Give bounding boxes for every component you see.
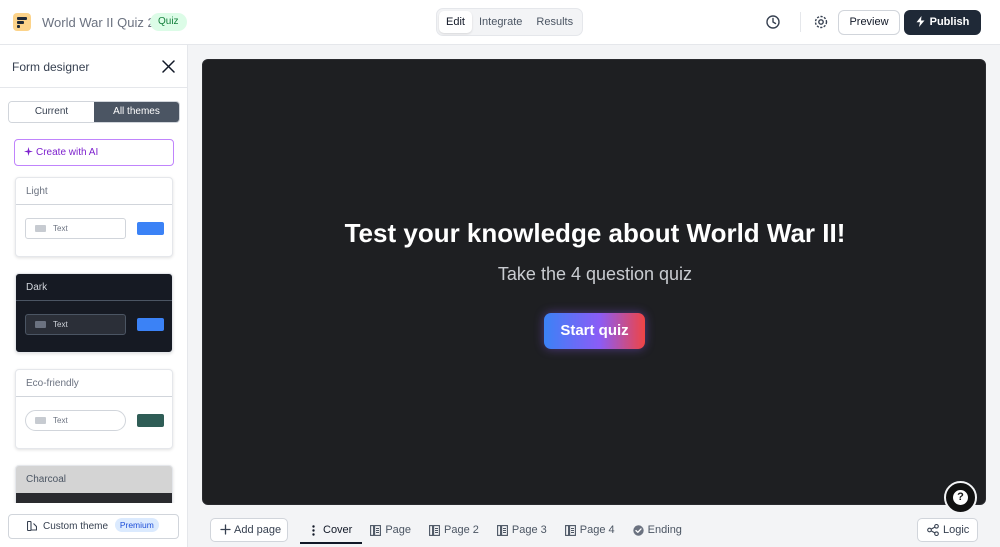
theme-name: Charcoal	[26, 474, 67, 485]
help-icon: ?	[953, 490, 968, 505]
theme-divider	[16, 300, 172, 301]
logic-button[interactable]: Logic	[917, 518, 978, 542]
page-tab-page-1[interactable]: Page	[362, 518, 421, 544]
more-vertical-icon[interactable]	[308, 525, 319, 536]
cover-subtitle[interactable]: Take the 4 question quiz	[203, 264, 987, 285]
panel-title: Form designer	[12, 60, 90, 74]
cover-title[interactable]: Test your knowledge about World War II!	[203, 218, 987, 249]
page-tab-ending[interactable]: Ending	[625, 518, 692, 544]
page-tab-page-4[interactable]: Page 4	[557, 518, 625, 544]
publish-button[interactable]: Publish	[904, 10, 981, 35]
page-tabs: Cover Page Page 2 Page 3 Page 4 Ending	[300, 518, 692, 544]
mail-icon	[35, 417, 46, 424]
theme-name: Light	[26, 186, 48, 197]
theme-name: Dark	[26, 282, 48, 293]
history-icon[interactable]	[765, 14, 781, 30]
theme-card-eco-friendly[interactable]: Eco-friendly Text	[15, 369, 173, 449]
custom-theme-button[interactable]: Custom theme Premium	[8, 514, 179, 539]
theme-card-light[interactable]: Light Text	[15, 177, 173, 257]
page-tab-label: Ending	[647, 524, 682, 536]
top-bar: World War II Quiz 2 Quiz Edit Integrate …	[0, 0, 1000, 45]
tab-edit[interactable]: Edit	[439, 11, 472, 33]
theme-divider	[16, 396, 172, 397]
page-tab-cover[interactable]: Cover	[300, 518, 363, 544]
panel-footer: Custom theme Premium	[0, 503, 187, 547]
theme-input-text: Text	[53, 320, 68, 329]
theme-tabs: Current All themes	[8, 101, 180, 123]
create-with-ai-button[interactable]: Create with AI	[14, 139, 174, 166]
form-type-badge: Quiz	[150, 13, 187, 31]
tab-current[interactable]: Current	[9, 102, 94, 122]
add-page-button[interactable]: Add page	[210, 518, 288, 542]
page-icon	[370, 525, 382, 536]
create-with-ai-label: Create with AI	[36, 147, 99, 158]
theme-input-preview: Text	[25, 410, 126, 431]
logic-label: Logic	[943, 524, 970, 536]
panel-divider	[0, 87, 187, 88]
app-logo-icon[interactable]	[13, 13, 31, 31]
add-page-label: Add page	[234, 524, 282, 536]
page-tab-label: Page 4	[579, 524, 615, 536]
theme-input-preview: Text	[25, 218, 126, 239]
share-nodes-icon	[927, 524, 939, 536]
header-divider	[800, 12, 801, 32]
mail-icon	[35, 321, 46, 328]
theme-card-dark[interactable]: Dark Text	[15, 273, 173, 353]
help-button[interactable]: ?	[944, 481, 977, 514]
theme-button-preview	[137, 414, 164, 427]
form-designer-panel: Form designer Current All themes Create …	[0, 45, 188, 547]
check-circle-icon	[632, 525, 644, 536]
form-title[interactable]: World War II Quiz 2	[42, 15, 155, 30]
page-tab-label: Page	[385, 524, 412, 536]
page-tab-label: Page 3	[511, 524, 547, 536]
bolt-icon	[916, 15, 925, 27]
paint-brush-icon	[27, 521, 37, 531]
plus-icon	[220, 524, 231, 535]
page-tab-label: Page 2	[444, 524, 479, 536]
mail-icon	[35, 225, 46, 232]
page-tab-label: Cover	[323, 524, 353, 536]
theme-button-preview	[137, 222, 164, 235]
theme-divider	[16, 204, 172, 205]
close-icon[interactable]	[162, 60, 175, 73]
tab-results[interactable]: Results	[529, 11, 580, 33]
form-preview-canvas[interactable]: Test your knowledge about World War II! …	[202, 59, 986, 505]
page-icon	[564, 525, 576, 536]
theme-input-text: Text	[53, 224, 68, 233]
theme-button-preview	[137, 318, 164, 331]
theme-input-text: Text	[53, 416, 68, 425]
preview-button[interactable]: Preview	[838, 10, 900, 35]
tab-all-themes[interactable]: All themes	[94, 102, 179, 122]
page-tab-page-3[interactable]: Page 3	[489, 518, 557, 544]
tab-integrate[interactable]: Integrate	[472, 11, 529, 33]
mode-switcher: Edit Integrate Results	[436, 8, 584, 36]
page-icon	[496, 525, 508, 536]
sparkle-icon	[24, 146, 33, 156]
start-quiz-button[interactable]: Start quiz	[544, 313, 645, 349]
page-icon	[429, 525, 440, 536]
theme-input-preview: Text	[25, 314, 126, 335]
publish-label: Publish	[929, 16, 970, 28]
premium-badge: Premium	[114, 518, 159, 532]
custom-theme-label: Custom theme	[43, 521, 109, 532]
gear-icon[interactable]	[813, 14, 829, 30]
page-tab-page-2[interactable]: Page 2	[421, 518, 489, 544]
theme-name: Eco-friendly	[26, 378, 79, 389]
